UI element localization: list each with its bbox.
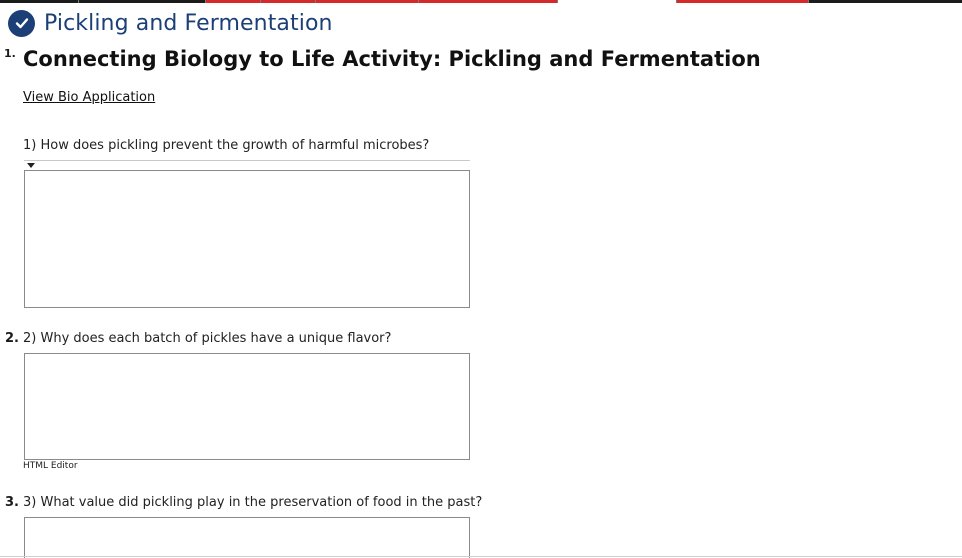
progress-segment-incorrect	[676, 0, 808, 3]
progress-segment-complete	[0, 0, 205, 3]
answer-field-2[interactable]	[24, 353, 470, 460]
html-editor-label: HTML Editor	[23, 461, 78, 471]
check-circle-icon	[8, 9, 35, 37]
question-number: 3.	[5, 495, 19, 510]
answer-field-3[interactable]	[24, 517, 470, 558]
progress-segment-complete	[808, 0, 962, 3]
activity-title: Connecting Biology to Life Activity: Pic…	[23, 47, 761, 71]
question-number: 2.	[5, 331, 19, 346]
activity-header: Pickling and Fermentation	[8, 9, 333, 37]
progress-strip	[0, 0, 962, 3]
answer-field-1[interactable]	[24, 170, 470, 308]
caret-down-icon[interactable]	[27, 163, 35, 168]
page: Pickling and Fermentation 1. Connecting …	[0, 0, 962, 558]
question-2-text: 2) Why does each batch of pickles have a…	[23, 331, 392, 346]
question-1-text: 1) How does pickling prevent the growth …	[23, 138, 430, 153]
question-number: 1.	[4, 47, 16, 60]
page-title: Pickling and Fermentation	[44, 10, 333, 36]
view-bio-application-link[interactable]: View Bio Application	[23, 90, 155, 105]
bottom-divider	[0, 556, 962, 557]
editor-toolbar	[24, 160, 470, 170]
progress-segment-incorrect	[205, 0, 557, 3]
question-3-text: 3) What value did pickling play in the p…	[23, 495, 483, 510]
